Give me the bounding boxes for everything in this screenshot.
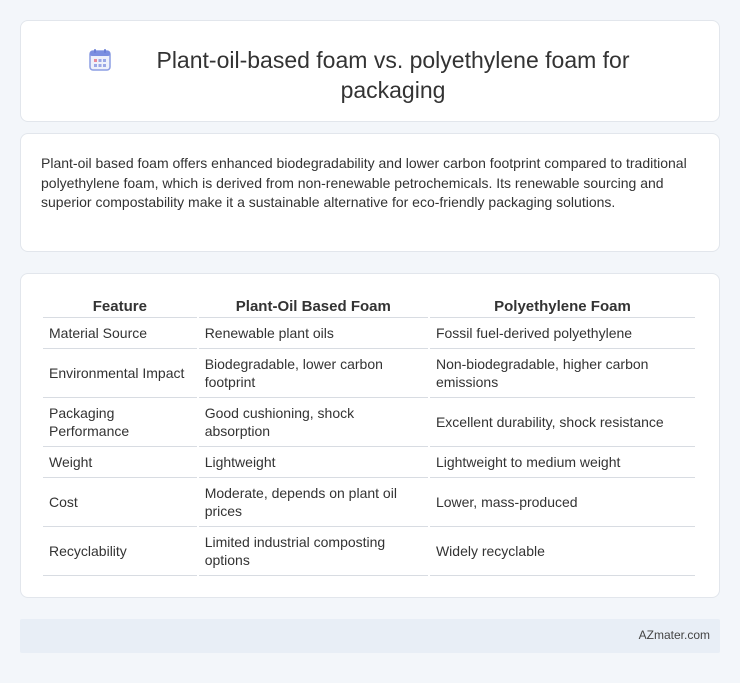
table-header-row: Feature Plant-Oil Based Foam Polyethylen… bbox=[43, 294, 695, 318]
row-feature: Recyclability bbox=[43, 527, 197, 576]
comparison-table-card: Feature Plant-Oil Based Foam Polyethylen… bbox=[20, 273, 720, 598]
header-polyethylene-foam: Polyethylene Foam bbox=[429, 294, 695, 318]
table-row: Material Source Renewable plant oils Fos… bbox=[43, 318, 695, 349]
description-card: Plant-oil based foam offers enhanced bio… bbox=[20, 133, 720, 252]
table-row: Cost Moderate, depends on plant oil pric… bbox=[43, 478, 695, 527]
row-polyethylene-value: Non-biodegradable, higher carbon emissio… bbox=[429, 349, 695, 398]
row-plant-oil-value: Limited industrial composting options bbox=[198, 527, 428, 576]
page-title: Plant-oil-based foam vs. polyethylene fo… bbox=[156, 47, 630, 103]
header-plant-oil-foam: Plant-Oil Based Foam bbox=[198, 294, 428, 318]
comparison-table: Feature Plant-Oil Based Foam Polyethylen… bbox=[41, 294, 697, 576]
calendar-icon bbox=[89, 49, 111, 71]
row-plant-oil-value: Renewable plant oils bbox=[198, 318, 428, 349]
table-row: Recyclability Limited industrial compost… bbox=[43, 527, 695, 576]
description-text: Plant-oil based foam offers enhanced bio… bbox=[41, 155, 687, 210]
footer-brand-link[interactable]: AZmater.com bbox=[639, 628, 710, 642]
title-row: Plant-oil-based foam vs. polyethylene fo… bbox=[21, 21, 719, 105]
row-plant-oil-value: Lightweight bbox=[198, 447, 428, 478]
row-polyethylene-value: Lightweight to medium weight bbox=[429, 447, 695, 478]
row-feature: Weight bbox=[43, 447, 197, 478]
row-polyethylene-value: Widely recyclable bbox=[429, 527, 695, 576]
row-plant-oil-value: Moderate, depends on plant oil prices bbox=[198, 478, 428, 527]
footer-bar: AZmater.com bbox=[20, 619, 720, 653]
table-row: Packaging Performance Good cushioning, s… bbox=[43, 398, 695, 447]
row-polyethylene-value: Fossil fuel-derived polyethylene bbox=[429, 318, 695, 349]
row-feature: Material Source bbox=[43, 318, 197, 349]
header-feature: Feature bbox=[43, 294, 197, 318]
row-feature: Environmental Impact bbox=[43, 349, 197, 398]
row-polyethylene-value: Lower, mass-produced bbox=[429, 478, 695, 527]
row-feature: Packaging Performance bbox=[43, 398, 197, 447]
title-card: Plant-oil-based foam vs. polyethylene fo… bbox=[20, 20, 720, 122]
row-feature: Cost bbox=[43, 478, 197, 527]
table-row: Environmental Impact Biodegradable, lowe… bbox=[43, 349, 695, 398]
table-row: Weight Lightweight Lightweight to medium… bbox=[43, 447, 695, 478]
row-plant-oil-value: Good cushioning, shock absorption bbox=[198, 398, 428, 447]
row-polyethylene-value: Excellent durability, shock resistance bbox=[429, 398, 695, 447]
row-plant-oil-value: Biodegradable, lower carbon footprint bbox=[198, 349, 428, 398]
